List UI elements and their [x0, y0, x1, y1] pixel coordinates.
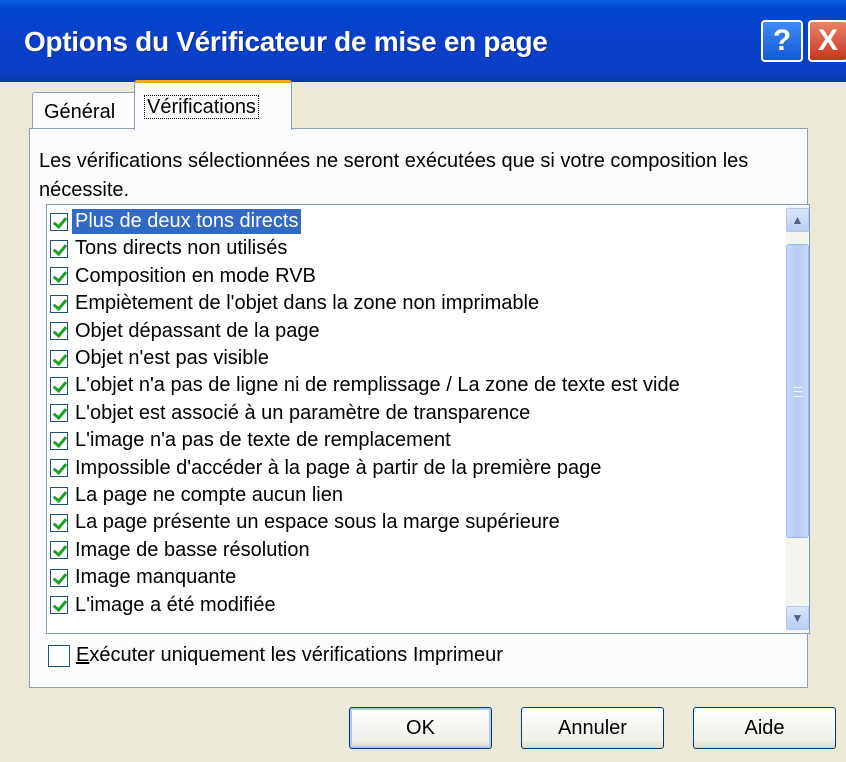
printer-checks-label: Exécuter uniquement les vérifications Im… [76, 644, 503, 666]
list-item-label: La page présente un espace sous la marge… [75, 511, 560, 534]
list-item[interactable]: Impossible d'accéder à la page à partir … [50, 455, 783, 482]
list-item[interactable]: La page ne compte aucun lien [50, 482, 783, 509]
list-item[interactable]: L'image a été modifiée [50, 592, 783, 619]
list-item-label: Composition en mode RVB [75, 264, 316, 287]
grip-icon [794, 387, 803, 397]
title-bar: Options du Vérificateur de mise en page … [0, 0, 846, 82]
list-item[interactable]: Tons directs non utilisés [50, 235, 783, 262]
list-item[interactable]: L'objet est associé à un paramètre de tr… [50, 400, 783, 427]
check-checkbox[interactable] [50, 431, 68, 450]
cancel-button[interactable]: Annuler [521, 707, 664, 749]
tab-verifications[interactable]: Vérifications [134, 80, 292, 130]
list-item-label: Empiètement de l'objet dans la zone non … [75, 292, 540, 315]
check-checkbox[interactable] [50, 294, 68, 313]
printer-checks-checkbox[interactable] [48, 644, 70, 667]
list-item[interactable]: Plus de deux tons directs [50, 208, 783, 235]
printer-checks-option[interactable]: Exécuter uniquement les vérifications Im… [48, 644, 503, 667]
checks-list[interactable]: Plus de deux tons directs Tons directs no… [46, 204, 810, 634]
list-item-label: Image manquante [75, 566, 237, 589]
scroll-up-button[interactable]: ▲ [786, 208, 809, 232]
check-checkbox[interactable] [50, 349, 68, 368]
list-item-label: L'image n'a pas de texte de remplacement [75, 429, 451, 452]
list-item[interactable]: L'objet n'a pas de ligne ni de remplissa… [50, 372, 783, 399]
vertical-scrollbar[interactable]: ▲ ▼ [786, 206, 809, 632]
check-checkbox[interactable] [50, 239, 68, 258]
list-item-label: Objet n'est pas visible [75, 347, 269, 369]
check-checkbox[interactable] [50, 376, 68, 395]
check-checkbox[interactable] [50, 404, 68, 423]
check-checkbox[interactable] [50, 212, 68, 231]
tab-general[interactable]: Général [32, 92, 136, 130]
check-checkbox[interactable] [50, 513, 68, 532]
list-item[interactable]: Image manquante [50, 564, 783, 591]
list-item-label: Image de basse résolution [75, 538, 310, 561]
list-item[interactable]: Composition en mode RVB [50, 263, 783, 290]
scroll-down-button[interactable]: ▼ [786, 606, 809, 630]
list-item[interactable]: L'image n'a pas de texte de remplacement [50, 427, 783, 454]
tab-general-label: Général [44, 101, 116, 123]
tab-verifications-label: Vérifications [144, 95, 259, 119]
list-item-label: Tons directs non utilisés [75, 237, 288, 260]
list-item[interactable]: Empiètement de l'objet dans la zone non … [50, 290, 783, 317]
list-item-label: L'objet est associé à un paramètre de tr… [75, 401, 531, 424]
list-item-label: Objet dépassant de la page [75, 319, 320, 342]
list-item-label: L'image a été modifiée [75, 593, 276, 616]
check-checkbox[interactable] [50, 596, 68, 615]
check-checkbox[interactable] [50, 568, 68, 587]
list-item[interactable]: Objet n'est pas visible [50, 345, 783, 372]
check-checkbox[interactable] [50, 267, 68, 286]
help-icon[interactable]: ? [761, 20, 803, 62]
close-icon[interactable]: X [808, 20, 846, 62]
list-item[interactable]: Image de basse résolution [50, 537, 783, 564]
ok-button[interactable]: OK [349, 707, 492, 749]
check-checkbox[interactable] [50, 486, 68, 505]
check-checkbox[interactable] [50, 541, 68, 560]
list-item-label: Impossible d'accéder à la page à partir … [75, 456, 602, 479]
check-checkbox[interactable] [50, 322, 68, 341]
check-checkbox[interactable] [50, 459, 68, 478]
scroll-thumb[interactable] [786, 244, 809, 538]
list-item-label: Plus de deux tons directs [72, 209, 302, 234]
help-button[interactable]: Aide [693, 707, 836, 749]
list-item[interactable]: Objet dépassant de la page [50, 318, 783, 345]
list-item-label: La page ne compte aucun lien [75, 484, 343, 506]
list-item-label: L'objet n'a pas de ligne ni de remplissa… [75, 374, 680, 397]
dialog-title: Options du Vérificateur de mise en page [24, 26, 548, 57]
list-item[interactable]: La page présente un espace sous la marge… [50, 509, 783, 536]
description-text: Les vérifications sélectionnées ne seron… [39, 150, 749, 201]
